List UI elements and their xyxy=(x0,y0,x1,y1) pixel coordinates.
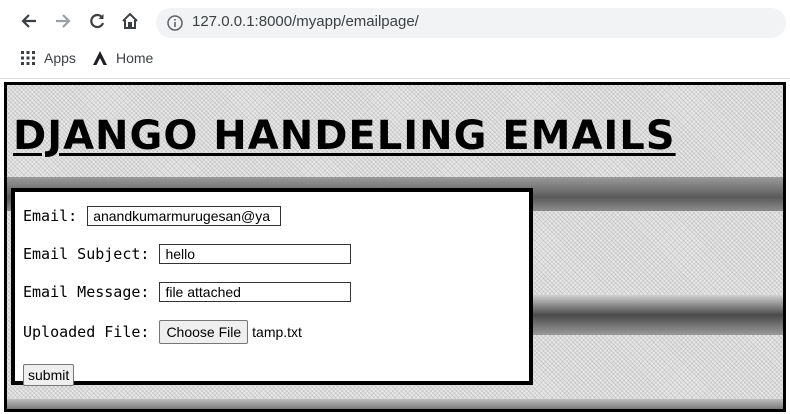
email-row: Email: anandkumarmurugesan@ya xyxy=(23,206,282,226)
file-label: Uploaded File: xyxy=(23,323,150,341)
email-input[interactable]: anandkumarmurugesan@ya xyxy=(87,206,282,226)
info-icon[interactable] xyxy=(166,14,184,32)
file-row: Uploaded File: Choose File tamp.txt xyxy=(23,320,302,344)
browser-toolbar: 127.0.0.1:8000/myapp/emailpage/ xyxy=(0,0,790,44)
subject-row: Email Subject: hello xyxy=(23,244,352,264)
bookmark-home[interactable]: Home xyxy=(92,50,153,66)
bookmark-apps-label: Apps xyxy=(44,50,76,66)
selected-file-name: tamp.txt xyxy=(252,324,302,340)
toolbar-divider xyxy=(0,78,790,79)
message-label: Email Message: xyxy=(23,283,150,301)
home-logo-icon xyxy=(93,51,107,65)
bookmarks-bar: Apps Home xyxy=(0,44,790,76)
back-arrow-icon[interactable] xyxy=(16,8,42,34)
url-text: 127.0.0.1:8000/myapp/emailpage/ xyxy=(192,13,419,30)
page-title: DJANGO HANDELING EMAILS xyxy=(13,113,676,159)
forward-arrow-icon[interactable] xyxy=(50,8,76,34)
message-input[interactable]: file attached xyxy=(159,282,352,302)
email-form: Email: anandkumarmurugesan@ya Email Subj… xyxy=(11,188,533,386)
background-band-right xyxy=(523,295,783,335)
page-viewport: DJANGO HANDELING EMAILS Email: anandkuma… xyxy=(4,82,786,412)
apps-grid-icon xyxy=(21,51,35,65)
choose-file-button[interactable]: Choose File xyxy=(159,320,249,344)
email-label: Email: xyxy=(23,207,78,225)
address-bar[interactable]: 127.0.0.1:8000/myapp/emailpage/ xyxy=(156,8,786,38)
background-band-bottom xyxy=(7,399,783,409)
subject-label: Email Subject: xyxy=(23,245,150,263)
reload-icon[interactable] xyxy=(84,8,110,34)
subject-input[interactable]: hello xyxy=(159,244,352,264)
bookmark-home-label: Home xyxy=(116,50,154,66)
bookmark-apps[interactable]: Apps xyxy=(20,50,76,66)
message-row: Email Message: file attached xyxy=(23,282,352,302)
submit-button[interactable]: submit xyxy=(23,364,75,386)
home-icon[interactable] xyxy=(117,8,143,34)
